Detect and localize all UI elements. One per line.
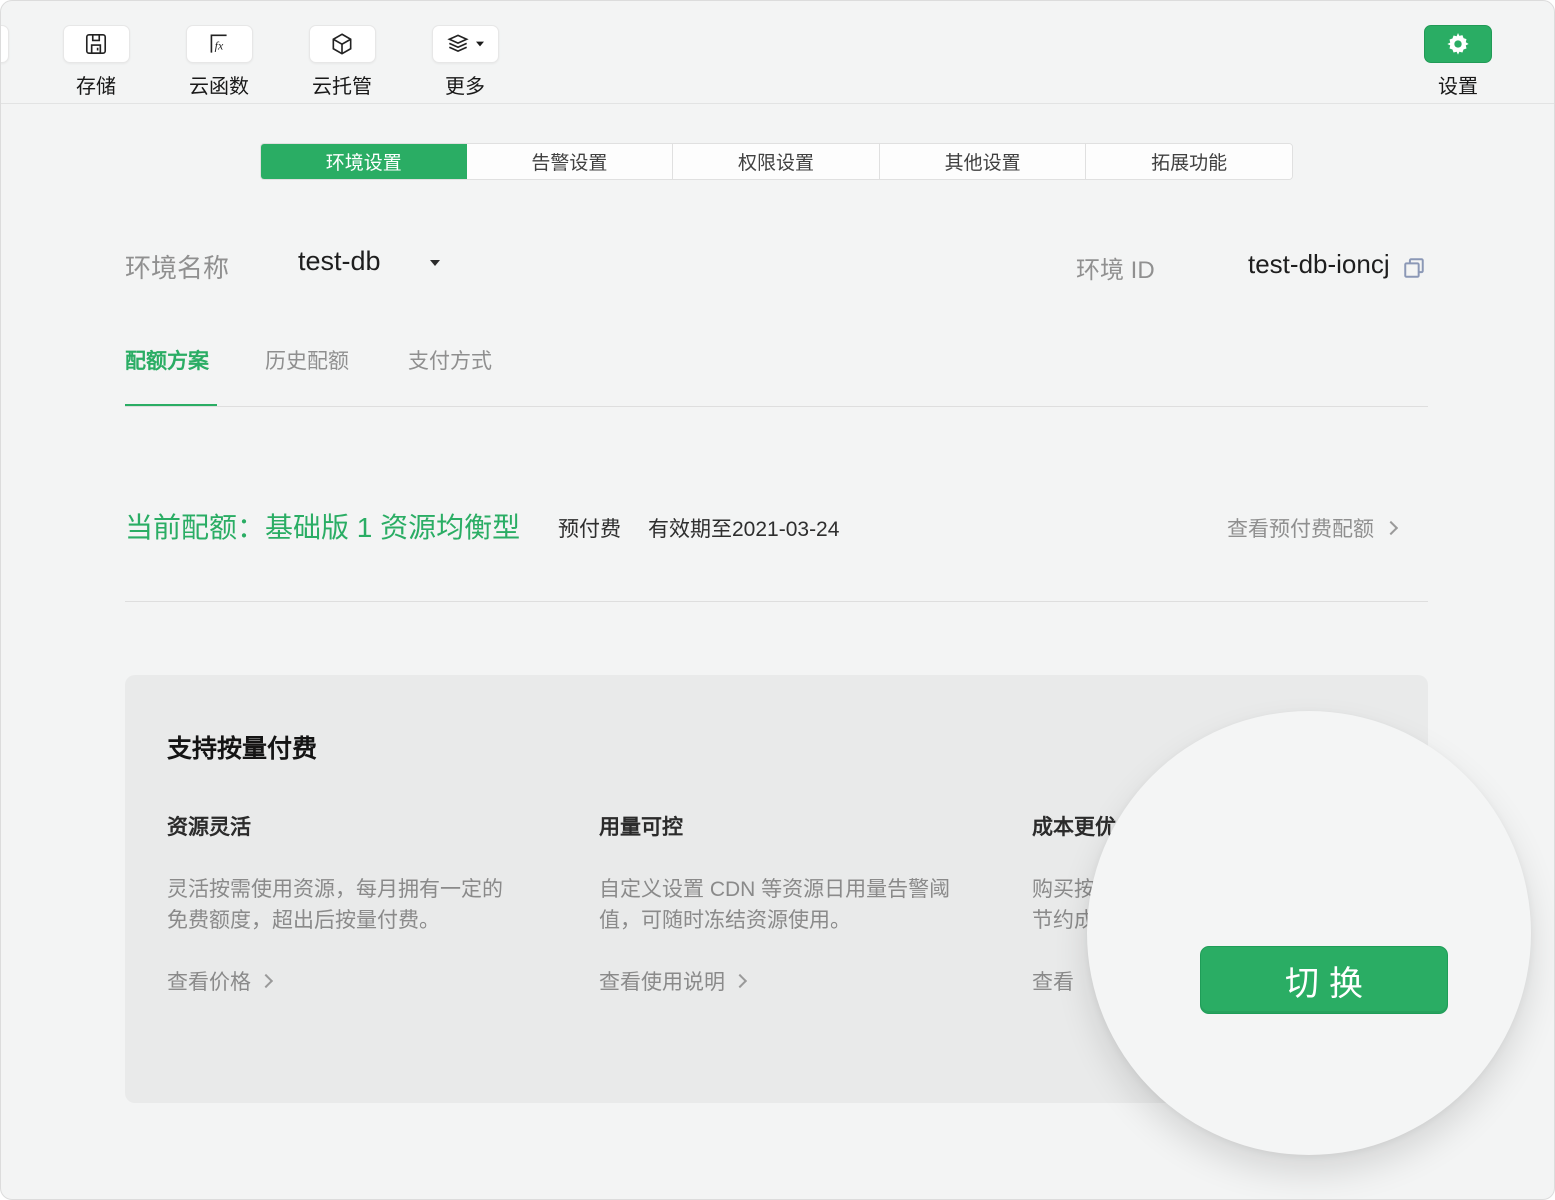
console-window: 存储 fx 云函数 — [0, 0, 1555, 1200]
toolbar-label-storage: 存储 — [36, 70, 156, 99]
card-title: 支持按量付费 — [167, 729, 317, 765]
feature-title: 用量可控 — [599, 811, 969, 841]
divider — [125, 406, 1428, 407]
top-toolbar: 存储 fx 云函数 — [1, 1, 1554, 104]
view-label: 查看 — [1032, 966, 1074, 996]
cube-icon — [329, 31, 355, 57]
chevron-down-icon — [476, 42, 484, 47]
subtab-quota-plan[interactable]: 配额方案 — [125, 345, 209, 375]
layers-icon — [445, 31, 471, 57]
gear-icon — [1445, 31, 1471, 57]
cloud-function-button[interactable]: fx — [186, 25, 253, 63]
magnifier-loupe: 切换 — [1087, 711, 1531, 1155]
toolbar-item-storage[interactable]: 存储 — [36, 25, 156, 99]
toolbar-label-more: 更多 — [405, 70, 525, 99]
tab-extension-features[interactable]: 拓展功能 — [1086, 144, 1292, 179]
toolbar-label-cloud-hosting: 云托管 — [282, 70, 402, 99]
switch-button[interactable]: 切换 — [1200, 946, 1448, 1014]
view-usage-guide-link[interactable]: 查看使用说明 — [599, 966, 969, 996]
tab-environment-settings[interactable]: 环境设置 — [261, 144, 467, 179]
toolbar-item-cloud-function[interactable]: fx 云函数 — [159, 25, 279, 99]
toolbar-label-cloud-function: 云函数 — [159, 70, 279, 99]
view-pricing-link[interactable]: 查看价格 — [167, 966, 537, 996]
feature-desc: 自定义设置 CDN 等资源日用量告警阈值，可随时冻结资源使用。 — [599, 874, 951, 936]
view-pricing-label: 查看价格 — [167, 966, 251, 996]
tab-other-settings[interactable]: 其他设置 — [880, 144, 1087, 179]
settings-button[interactable] — [1424, 25, 1492, 63]
subtab-quota-history[interactable]: 历史配额 — [265, 345, 349, 375]
function-fx-icon: fx — [206, 31, 232, 57]
toolbar-partial-button[interactable] — [0, 25, 9, 63]
divider — [125, 601, 1428, 602]
env-id-value: test-db-ioncj — [1248, 249, 1390, 280]
env-id-label: 环境 ID — [1076, 250, 1155, 285]
feature-desc: 灵活按需使用资源，每月拥有一定的免费额度，超出后按量付费。 — [167, 874, 519, 936]
toolbar-item-more[interactable]: 更多 — [405, 25, 525, 99]
copy-icon[interactable] — [1400, 254, 1428, 282]
subtab-payment-method[interactable]: 支付方式 — [408, 345, 492, 375]
tab-alert-settings[interactable]: 告警设置 — [467, 144, 674, 179]
view-prepaid-quota-label: 查看预付费配额 — [1227, 513, 1374, 543]
feature-flexible-resources: 资源灵活 灵活按需使用资源，每月拥有一定的免费额度，超出后按量付费。 查看价格 — [167, 811, 537, 996]
current-quota-text: 当前配额：基础版 1 资源均衡型 — [125, 506, 520, 546]
tab-permission-settings[interactable]: 权限设置 — [673, 144, 880, 179]
billing-mode-text: 预付费 — [558, 513, 621, 543]
env-name-label: 环境名称 — [125, 248, 229, 285]
toolbar-item-settings[interactable]: 设置 — [1392, 25, 1524, 99]
floppy-disk-icon — [83, 31, 109, 57]
svg-text:fx: fx — [215, 38, 224, 52]
feature-title: 资源灵活 — [167, 811, 537, 841]
chevron-right-icon — [733, 974, 747, 988]
validity-text: 有效期至2021-03-24 — [648, 513, 839, 543]
chevron-right-icon — [1384, 521, 1398, 535]
toolbar-label-settings: 设置 — [1392, 70, 1524, 99]
chevron-right-icon — [259, 974, 273, 988]
cube-icon-button[interactable] — [309, 25, 376, 63]
env-name-dropdown[interactable]: test-db — [298, 246, 381, 277]
more-button[interactable] — [432, 25, 499, 63]
chevron-down-icon[interactable] — [430, 260, 440, 266]
storage-button[interactable] — [63, 25, 130, 63]
view-usage-guide-label: 查看使用说明 — [599, 966, 725, 996]
view-prepaid-quota-link[interactable]: 查看预付费配额 — [1227, 513, 1396, 543]
toolbar-item-cloud-hosting[interactable]: 云托管 — [282, 25, 402, 99]
feature-usage-control: 用量可控 自定义设置 CDN 等资源日用量告警阈值，可随时冻结资源使用。 查看使… — [599, 811, 969, 996]
settings-tab-bar: 环境设置 告警设置 权限设置 其他设置 拓展功能 — [260, 143, 1293, 180]
